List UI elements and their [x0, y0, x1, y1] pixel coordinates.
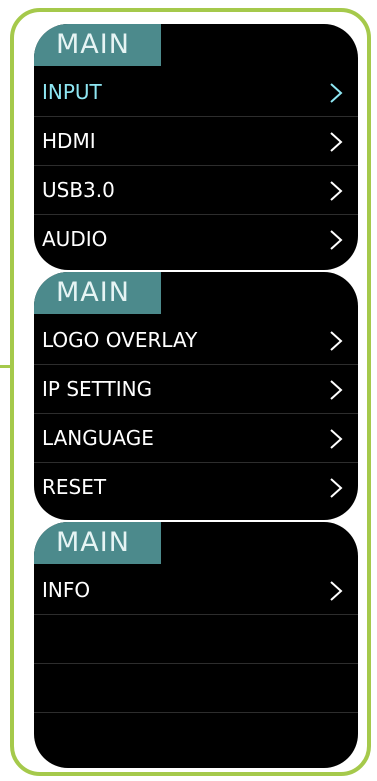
menu-item-label: AUDIO [42, 227, 108, 251]
chevron-right-icon [328, 229, 344, 251]
menu-list: INFO [34, 566, 358, 762]
menu-item-info[interactable]: INFO [34, 566, 358, 615]
menu-title: MAIN [34, 24, 161, 66]
menu-item-input[interactable]: INPUT [34, 68, 358, 117]
menu-item-label: USB3.0 [42, 178, 115, 202]
menu-item-empty [34, 664, 358, 713]
menu-item-empty [34, 713, 358, 762]
menu-item-logo-overlay[interactable]: LOGO OVERLAY [34, 316, 358, 365]
menu-item-reset[interactable]: RESET [34, 463, 358, 512]
menu-list: LOGO OVERLAY IP SETTING LANGUAGE RESET [34, 316, 358, 512]
chevron-right-icon [328, 180, 344, 202]
menu-item-label: RESET [42, 475, 107, 499]
chevron-right-icon [328, 580, 344, 602]
chevron-right-icon [328, 428, 344, 450]
chevron-right-icon [328, 131, 344, 153]
chevron-right-icon [328, 477, 344, 499]
menu-item-label: IP SETTING [42, 377, 153, 401]
menu-screen-3: MAIN INFO [34, 522, 358, 768]
menu-item-label: LOGO OVERLAY [42, 328, 198, 352]
menu-item-label: INFO [42, 578, 91, 602]
chevron-right-icon [328, 330, 344, 352]
menu-screen-2: MAIN LOGO OVERLAY IP SETTING LANGUAGE RE… [34, 272, 358, 520]
chevron-right-icon [328, 82, 344, 104]
menu-item-ip-setting[interactable]: IP SETTING [34, 365, 358, 414]
menu-list: INPUT HDMI USB3.0 AUDIO [34, 68, 358, 264]
menu-item-label: INPUT [42, 80, 102, 104]
menu-item-audio[interactable]: AUDIO [34, 215, 358, 264]
menu-title: MAIN [34, 272, 161, 314]
chevron-right-icon [328, 379, 344, 401]
menu-screen-1: MAIN INPUT HDMI USB3.0 AUDIO [34, 24, 358, 270]
frame-connector-line [0, 365, 12, 368]
menu-title: MAIN [34, 522, 161, 564]
menu-item-usb3[interactable]: USB3.0 [34, 166, 358, 215]
menu-item-label: HDMI [42, 129, 96, 153]
menu-item-label: LANGUAGE [42, 426, 154, 450]
menu-item-empty [34, 615, 358, 664]
menu-item-language[interactable]: LANGUAGE [34, 414, 358, 463]
menu-item-hdmi[interactable]: HDMI [34, 117, 358, 166]
